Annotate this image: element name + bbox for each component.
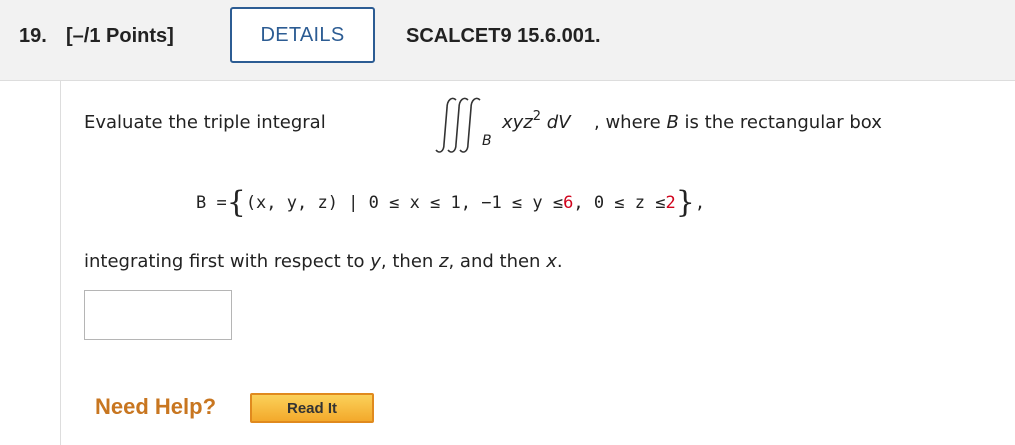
integrand-vars: xyz bbox=[502, 112, 533, 133]
z-upper-bound: 2 bbox=[665, 193, 676, 213]
instruction-part-3: , and then bbox=[448, 251, 547, 272]
box-description: is the rectangular box bbox=[678, 112, 882, 133]
points-label: [–/1 Points] bbox=[66, 25, 174, 47]
question-header: 19. [–/1 Points] DETAILS SCALCET9 15.6.0… bbox=[0, 0, 1015, 81]
box-var: B bbox=[666, 112, 679, 133]
integral-region: B bbox=[482, 133, 492, 149]
region-definition: B = {(x, y, z) | 0 ≤ x ≤ 1, −1 ≤ y ≤ 6, … bbox=[196, 185, 896, 225]
var-x: x bbox=[546, 251, 557, 272]
set-body: (x, y, z) | 0 ≤ x ≤ 1, −1 ≤ y ≤ bbox=[245, 193, 564, 213]
integration-order: integrating first with respect to y, the… bbox=[84, 251, 563, 272]
after-integral-text: , where B is the rectangular box bbox=[594, 112, 882, 133]
var-y: y bbox=[370, 251, 381, 272]
intro-text: Evaluate the triple integral bbox=[84, 112, 326, 133]
read-it-button[interactable]: Read It bbox=[250, 393, 374, 423]
instruction-part-2: , then bbox=[380, 251, 440, 272]
set-end: , bbox=[694, 193, 706, 213]
differential: dV bbox=[541, 112, 571, 133]
answer-input[interactable] bbox=[84, 290, 232, 340]
question-id: SCALCET9 15.6.001. bbox=[406, 25, 601, 47]
need-help-label: Need Help? bbox=[95, 394, 217, 419]
where-text: , where bbox=[594, 112, 667, 133]
right-brace: } bbox=[675, 185, 695, 220]
triple-integral-sign bbox=[435, 97, 481, 153]
set-lhs: B = bbox=[196, 193, 227, 213]
problem-statement: Evaluate the triple integral B xyz2 dV ,… bbox=[84, 96, 984, 156]
y-upper-bound: 6 bbox=[563, 193, 574, 213]
left-divider bbox=[60, 80, 61, 445]
details-button[interactable]: DETAILS bbox=[230, 7, 375, 63]
instruction-part-1: integrating first with respect to bbox=[84, 251, 371, 272]
integrand-exponent: 2 bbox=[532, 109, 542, 124]
integrand: xyz2 dV bbox=[502, 109, 571, 133]
left-brace: { bbox=[226, 185, 246, 220]
question-number: 19. bbox=[19, 25, 47, 47]
instruction-end: . bbox=[556, 251, 563, 272]
set-mid: , 0 ≤ z ≤ bbox=[573, 193, 666, 213]
